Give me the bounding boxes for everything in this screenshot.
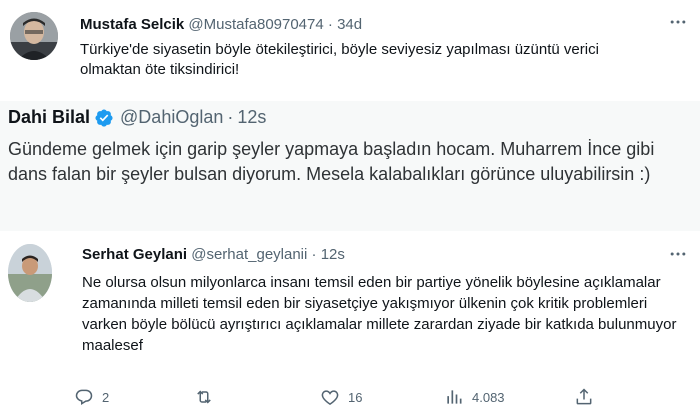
author-name[interactable]: Mustafa Selcik bbox=[80, 16, 184, 33]
like-count: 16 bbox=[348, 389, 363, 405]
retweet-button[interactable] bbox=[194, 387, 320, 407]
retweet-icon bbox=[194, 387, 214, 407]
author-name[interactable]: Dahi Bilal bbox=[8, 107, 90, 128]
separator: · bbox=[227, 107, 234, 127]
avatar[interactable] bbox=[8, 244, 52, 302]
avatar-photo bbox=[10, 12, 58, 60]
action-bar: 2 16 4.083 bbox=[74, 384, 594, 410]
tweet-header: Serhat Geylani @serhat_geylanii · 12s bbox=[82, 246, 345, 263]
views-button[interactable]: 4.083 bbox=[444, 387, 574, 407]
reply-button[interactable]: 2 bbox=[74, 387, 194, 407]
tweet-text: Ne olursa olsun milyonlarca insanı temsi… bbox=[82, 274, 677, 354]
timestamp[interactable]: 12s bbox=[237, 107, 266, 128]
timestamp[interactable]: 12s bbox=[321, 246, 345, 263]
more-icon[interactable] bbox=[668, 244, 688, 264]
author-handle[interactable]: @Mustafa80970474 bbox=[188, 16, 323, 33]
author-name[interactable]: Serhat Geylani bbox=[82, 246, 187, 263]
like-icon bbox=[320, 387, 340, 407]
reply-count: 2 bbox=[102, 389, 110, 405]
quote-header: Dahi Bilal @DahiOglan · 12s bbox=[8, 107, 266, 128]
views-icon bbox=[444, 387, 464, 407]
verified-badge-icon bbox=[94, 108, 114, 128]
avatar[interactable] bbox=[10, 12, 58, 60]
share-icon bbox=[574, 387, 594, 407]
views-count: 4.083 bbox=[472, 389, 505, 405]
quoted-tweet[interactable]: Dahi Bilal @DahiOglan · 12s Gündeme gelm… bbox=[0, 101, 700, 231]
author-handle[interactable]: @DahiOglan bbox=[120, 107, 223, 128]
author-handle[interactable]: @serhat_geylanii bbox=[191, 246, 307, 263]
avatar-photo bbox=[8, 244, 52, 302]
separator: · bbox=[311, 246, 317, 263]
tweet-text: Türkiye'de siyasetin böyle ötekileştiric… bbox=[80, 41, 599, 78]
separator: · bbox=[327, 16, 333, 33]
more-icon[interactable] bbox=[668, 12, 688, 32]
tweet-serhat[interactable]: Serhat Geylani @serhat_geylanii · 12s Ne… bbox=[0, 232, 700, 420]
like-button[interactable]: 16 bbox=[320, 387, 444, 407]
share-button[interactable] bbox=[574, 387, 594, 407]
tweet-header: Mustafa Selcik @Mustafa80970474 · 34d bbox=[80, 16, 362, 33]
quote-text: Gündeme gelmek için garip şeyler yapmaya… bbox=[8, 139, 655, 184]
tweet-mustafa[interactable]: Mustafa Selcik @Mustafa80970474 · 34d Tü… bbox=[0, 0, 700, 92]
reply-icon bbox=[74, 387, 94, 407]
timestamp[interactable]: 34d bbox=[337, 16, 362, 33]
